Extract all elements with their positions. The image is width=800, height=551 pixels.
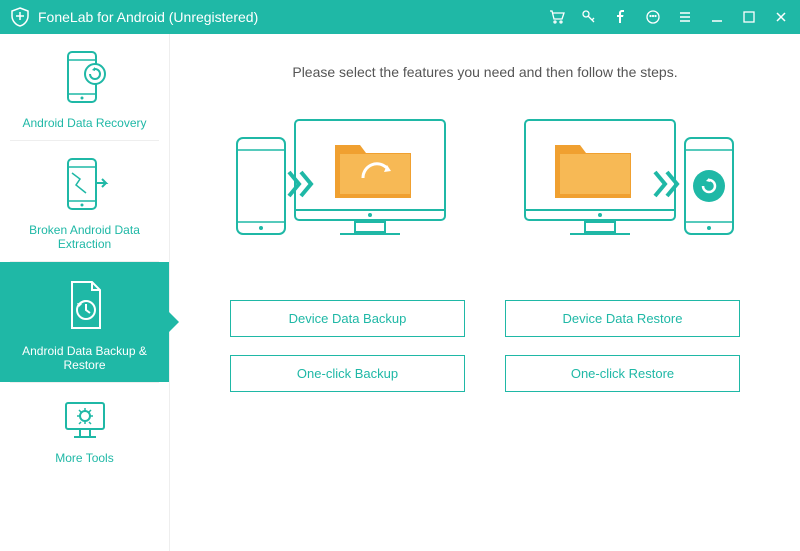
close-icon[interactable] — [772, 8, 790, 26]
device-data-restore-button[interactable]: Device Data Restore — [505, 300, 740, 337]
minimize-icon[interactable] — [708, 8, 726, 26]
app-logo-icon — [10, 7, 30, 27]
sidebar-item-label: More Tools — [8, 451, 161, 465]
backup-file-icon — [8, 276, 161, 336]
cart-icon[interactable] — [548, 8, 566, 26]
backup-illustration — [210, 110, 470, 270]
sidebar-item-label: Android Data Backup & Restore — [8, 344, 161, 372]
sidebar-item-backup-restore[interactable]: Android Data Backup & Restore — [0, 262, 169, 382]
maximize-icon[interactable] — [740, 8, 758, 26]
titlebar-icons — [548, 8, 790, 26]
app-title: FoneLab for Android (Unregistered) — [38, 9, 548, 25]
content-container: Android Data Recovery Broken Android Dat… — [0, 34, 800, 551]
sidebar: Android Data Recovery Broken Android Dat… — [0, 34, 170, 551]
broken-phone-icon — [8, 155, 161, 215]
tools-icon — [8, 397, 161, 443]
device-data-backup-button[interactable]: Device Data Backup — [230, 300, 465, 337]
menu-icon[interactable] — [676, 8, 694, 26]
main-panel: Please select the features you need and … — [170, 34, 800, 551]
sidebar-item-broken[interactable]: Broken Android Data Extraction — [0, 141, 169, 261]
sidebar-item-label: Android Data Recovery — [8, 116, 161, 130]
restore-illustration — [500, 110, 760, 270]
feature-buttons: Device Data Backup Device Data Restore O… — [210, 300, 760, 392]
titlebar: FoneLab for Android (Unregistered) — [0, 0, 800, 34]
one-click-backup-button[interactable]: One-click Backup — [230, 355, 465, 392]
feedback-icon[interactable] — [644, 8, 662, 26]
sidebar-item-more-tools[interactable]: More Tools — [0, 383, 169, 475]
sidebar-item-recovery[interactable]: Android Data Recovery — [0, 34, 169, 140]
instruction-text: Please select the features you need and … — [210, 64, 760, 80]
one-click-restore-button[interactable]: One-click Restore — [505, 355, 740, 392]
sidebar-item-label: Broken Android Data Extraction — [8, 223, 161, 251]
key-icon[interactable] — [580, 8, 598, 26]
illustrations — [210, 110, 760, 270]
phone-recover-icon — [8, 48, 161, 108]
facebook-icon[interactable] — [612, 8, 630, 26]
